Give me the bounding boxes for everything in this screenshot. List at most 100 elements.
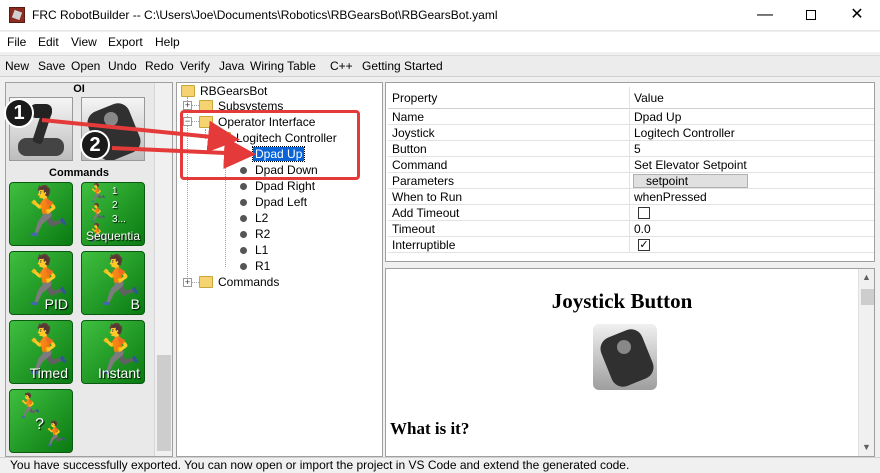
tree-item-dpad-right[interactable]: Dpad Right xyxy=(255,178,315,194)
callout-1: 1 xyxy=(4,98,34,128)
conditional-icon: ? xyxy=(35,416,44,433)
menu-bar: File Edit View Export Help xyxy=(0,32,880,52)
property-row-timeout[interactable]: Timeout 0.0 xyxy=(388,221,874,237)
window-title: FRC RobotBuilder -- C:\Users\Joe\Documen… xyxy=(32,8,498,22)
menu-help[interactable]: Help xyxy=(155,35,180,49)
pid-command-palette-tile[interactable]: 🏃 PID xyxy=(9,251,73,315)
getting-started-button[interactable]: Getting Started xyxy=(362,59,443,73)
help-scroll-thumb[interactable] xyxy=(861,289,874,305)
button-node-icon xyxy=(240,199,247,206)
tree-item-dpad-left[interactable]: Dpad Left xyxy=(255,194,307,210)
robotbuilder-app-icon xyxy=(9,7,25,23)
properties-header: Property Value xyxy=(388,87,874,109)
command-palette-tile[interactable]: 🏃 xyxy=(9,182,73,246)
undo-button[interactable]: Undo xyxy=(108,59,137,73)
expand-icon[interactable]: + xyxy=(183,278,192,287)
property-row-when-to-run[interactable]: When to Run whenPressed xyxy=(388,189,874,205)
property-value[interactable]: Dpad Up xyxy=(630,109,874,125)
instant-command-palette-tile[interactable]: 🏃 Instant xyxy=(81,320,145,384)
tree-item-r2[interactable]: R2 xyxy=(255,226,270,242)
palette-scrollbar[interactable] xyxy=(154,83,172,456)
palette-scroll-thumb[interactable] xyxy=(157,355,171,451)
property-row-parameters[interactable]: Parameters setpoint xyxy=(388,173,874,189)
status-bar: You have successfully exported. You can … xyxy=(0,457,880,473)
property-value[interactable]: 0.0 xyxy=(630,221,874,237)
property-row-add-timeout[interactable]: Add Timeout xyxy=(388,205,874,221)
parameters-button[interactable]: setpoint xyxy=(633,174,748,188)
command-group-palette-tile[interactable]: 🏃 🏃 🏃 1 2 3... Sequentia xyxy=(81,182,145,246)
toolbar: New Save Open Undo Redo Verify Java Wiri… xyxy=(0,55,880,77)
property-value[interactable]: whenPressed xyxy=(630,189,874,205)
oi-section-label: OI xyxy=(73,83,85,95)
folder-icon xyxy=(199,275,213,288)
title-bar: FRC RobotBuilder -- C:\Users\Joe\Documen… xyxy=(0,0,880,31)
java-button[interactable]: Java xyxy=(219,59,244,73)
new-button[interactable]: New xyxy=(5,59,29,73)
menu-edit[interactable]: Edit xyxy=(38,35,59,49)
property-value[interactable]: 5 xyxy=(630,141,874,157)
property-key: When to Run xyxy=(388,189,630,205)
menu-file[interactable]: File xyxy=(7,35,26,49)
button-node-icon xyxy=(240,215,247,222)
tree-item-label: Commands xyxy=(218,275,280,289)
scroll-up-icon[interactable]: ▲ xyxy=(862,272,871,282)
callout-2: 2 xyxy=(80,130,110,160)
redo-button[interactable]: Redo xyxy=(145,59,174,73)
property-row-command[interactable]: Command Set Elevator Setpoint xyxy=(388,157,874,173)
tree-root-label: RBGearsBot xyxy=(200,84,268,98)
expand-icon[interactable]: + xyxy=(183,101,192,110)
property-row-button[interactable]: Button 5 xyxy=(388,141,874,157)
save-button[interactable]: Save xyxy=(38,59,65,73)
verify-button[interactable]: Verify xyxy=(180,59,210,73)
scroll-down-icon[interactable]: ▼ xyxy=(862,442,871,452)
property-key: Add Timeout xyxy=(388,205,630,221)
property-value[interactable]: Logitech Controller xyxy=(630,125,874,141)
property-key: Command xyxy=(388,157,630,173)
gamepad-icon xyxy=(596,325,657,390)
menu-export[interactable]: Export xyxy=(108,35,143,49)
runner-icon: 🏃 xyxy=(86,183,109,204)
commands-section-label: Commands xyxy=(49,167,109,179)
property-row-joystick[interactable]: Joystick Logitech Controller xyxy=(388,125,874,141)
maximize-button[interactable] xyxy=(788,0,834,31)
button-node-icon xyxy=(240,231,247,238)
highlight-box xyxy=(180,110,360,180)
button-node-icon xyxy=(240,263,247,270)
property-row-interruptible[interactable]: Interruptible ✓ xyxy=(388,237,874,253)
open-button[interactable]: Open xyxy=(71,59,100,73)
property-row-name[interactable]: Name Dpad Up xyxy=(388,109,874,125)
close-button[interactable]: ✕ xyxy=(834,0,880,31)
button-dot xyxy=(617,340,631,354)
property-key: Name xyxy=(388,109,630,125)
maximize-icon xyxy=(806,9,816,20)
setpoint-command-palette-tile[interactable]: 🏃 B xyxy=(81,251,145,315)
property-key: Joystick xyxy=(388,125,630,141)
close-icon: ✕ xyxy=(850,6,864,23)
tile-caption: Instant xyxy=(97,365,140,381)
value-column-header[interactable]: Value xyxy=(630,87,874,109)
wiring-table-button[interactable]: Wiring Table xyxy=(250,59,316,73)
tree-item-commands[interactable]: Commands xyxy=(199,274,279,290)
property-value[interactable]: Set Elevator Setpoint xyxy=(630,157,874,173)
tree-item-label: Dpad Left xyxy=(255,195,308,209)
cpp-button[interactable]: C++ xyxy=(330,59,353,73)
tree-item-label: Dpad Right xyxy=(255,179,316,193)
button-node-icon xyxy=(240,247,247,254)
folder-icon xyxy=(181,84,195,97)
help-scrollbar[interactable]: ▲ ▼ xyxy=(858,269,874,456)
property-column-header[interactable]: Property xyxy=(388,87,630,109)
add-timeout-checkbox[interactable] xyxy=(638,207,650,219)
tile-caption: PID xyxy=(44,296,68,312)
tree-item-l1[interactable]: L1 xyxy=(255,242,268,258)
timed-command-palette-tile[interactable]: 🏃 Timed xyxy=(9,320,73,384)
tree-item-label: L1 xyxy=(255,243,269,257)
tree-item-r1[interactable]: R1 xyxy=(255,258,270,274)
minimize-button[interactable]: — xyxy=(742,0,788,31)
help-title: Joystick Button xyxy=(551,289,693,313)
tree-item-l2[interactable]: L2 xyxy=(255,210,268,226)
tree-root[interactable]: RBGearsBot xyxy=(181,83,267,99)
menu-view[interactable]: View xyxy=(71,35,97,49)
button-dot xyxy=(104,112,118,126)
conditional-command-palette-tile[interactable]: 🏃 🏃 ? xyxy=(9,389,73,453)
interruptible-checkbox[interactable]: ✓ xyxy=(638,239,650,251)
